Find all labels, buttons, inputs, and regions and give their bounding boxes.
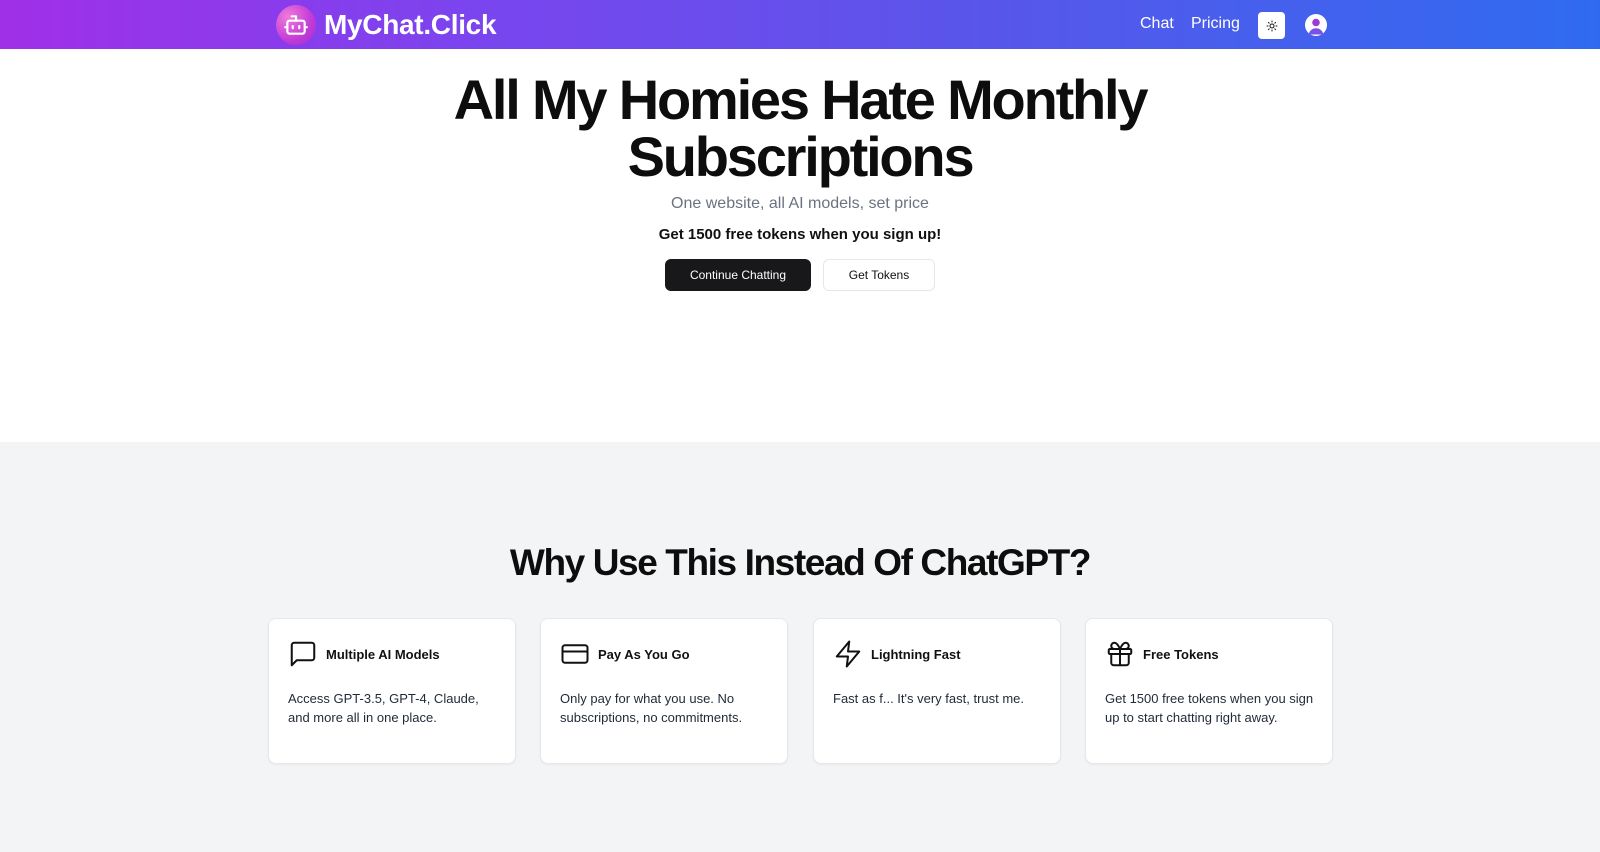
feature-card-description: Only pay for what you use. No subscripti… [560,691,743,725]
profile-avatar-button[interactable] [1305,14,1327,36]
theme-toggle-button[interactable] [1258,12,1285,39]
hero-subtitle: One website, all AI models, set price [671,195,929,212]
features-title: Why Use This Instead Of ChatGPT? [509,542,1092,583]
gift-icon [1105,639,1135,669]
feature-card-title: Pay As You Go [598,646,690,662]
feature-card-pay-as-you-go: Pay As You Go Only pay for what you use.… [540,618,788,764]
hero-title-line-2: Subscriptions [627,125,975,188]
credit-card-icon [560,639,590,669]
zap-icon [833,639,863,669]
feature-card-description: Fast as f... It's very fast, trust me. [833,691,1025,706]
nav-link-pricing[interactable]: Pricing [1191,15,1240,33]
feature-card-title: Lightning Fast [871,646,961,662]
sun-icon [1266,20,1277,31]
feature-card-title: Free Tokens [1143,646,1219,662]
hero-promo-text: Get 1500 free tokens when you sign up! [658,226,942,243]
robot-icon [276,5,316,45]
hero-section: All My Homies Hate Monthly Subscriptions… [0,49,1600,442]
hero-title: All My Homies Hate Monthly Subscriptions [0,71,1600,185]
hero-title-line-1: All My Homies Hate Monthly [453,68,1149,131]
features-section: Why Use This Instead Of ChatGPT? Multipl… [0,442,1600,852]
get-tokens-button[interactable]: Get Tokens [823,259,935,291]
feature-card-lightning-fast: Lightning Fast Fast as f... It's very fa… [813,618,1061,764]
navbar: MyChat.Click Chat Pricing [0,0,1600,49]
continue-chatting-button[interactable]: Continue Chatting [665,259,811,291]
feature-card-description: Get 1500 free tokens when you sign up to… [1105,691,1314,725]
feature-card-multiple-ai-models: Multiple AI Models Access GPT-3.5, GPT-4… [268,618,516,764]
user-icon [1308,18,1324,35]
feature-card-title: Multiple AI Models [326,646,440,662]
message-square-icon [288,639,318,669]
feature-card-description: Access GPT-3.5, GPT-4, Claude, and more … [288,691,479,725]
feature-card-free-tokens: Free Tokens Get 1500 free tokens when yo… [1085,618,1333,764]
brand-link[interactable]: MyChat.Click [276,5,497,45]
brand-name: MyChat.Click [324,9,497,40]
nav-link-chat[interactable]: Chat [1140,15,1174,33]
